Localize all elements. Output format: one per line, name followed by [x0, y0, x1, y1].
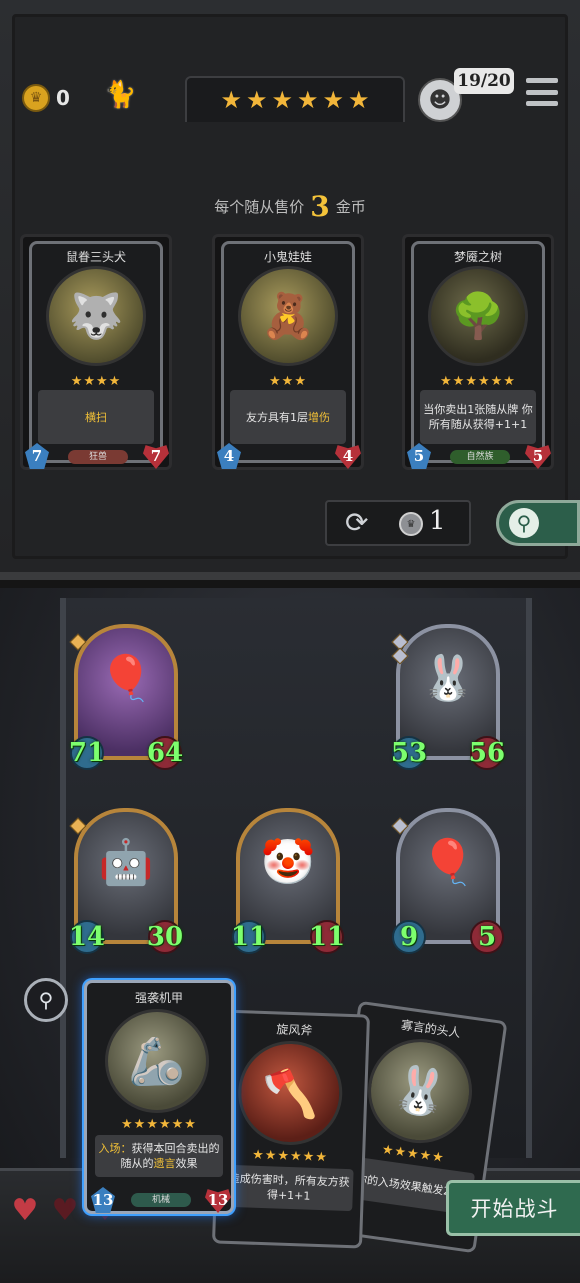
ability-keyword: 增伤 — [308, 410, 330, 424]
shop-search-button[interactable]: ⚲ — [496, 500, 580, 546]
card-ability: 友方具有1层增伤 — [230, 390, 346, 444]
tribe-tag: 自然族 — [450, 450, 510, 464]
minion-health: 11 — [308, 920, 346, 954]
gold-count: 0 — [56, 86, 70, 110]
minion-attack: 14 — [68, 920, 106, 954]
board-minion[interactable]: 🎈 9 5 — [391, 808, 504, 954]
shop-panel: ♛ 0 🐈 ★ ★ ★ ★ ★ ★ ☻ 19/20 每个随从售价 3 金币 鼠眷三头… — [0, 0, 580, 580]
minion-health: 64 — [146, 736, 184, 770]
robot-icon: 🤖 — [98, 837, 154, 888]
sell-price-suffix: 金币 — [335, 198, 366, 216]
population-counter: 19/20 — [454, 68, 514, 94]
board-minion[interactable]: 🐰 53 56 — [391, 624, 505, 770]
nightmare-tree-portrait: 🌳 — [428, 266, 528, 366]
life-heart-icon: ♥ — [11, 1193, 39, 1228]
card-name: 强袭机甲 — [134, 991, 183, 1005]
shop-card[interactable]: 梦魇之树 🌳 ★★★★★★ 当你卖出1张随从牌 你所有随从获得+1+1 自然族 … — [402, 234, 554, 470]
card-ability: 横扫 — [38, 390, 154, 444]
card-ability: 当你卖出1张随从牌 你所有随从获得+1+1 — [420, 390, 536, 444]
clown-icon: 🤡 — [260, 837, 316, 888]
minion-attack: 9 — [392, 920, 426, 954]
hand-card[interactable]: 旋风斧 🪓 ★★★★★★ 造成伤害时，所有友方获得+1+1 — [211, 1009, 371, 1249]
star-icon: ★ — [348, 86, 370, 114]
star-icon: ★ — [297, 86, 319, 114]
zeppelin-icon: 🎈 — [98, 653, 154, 704]
ability-text: 效果 — [175, 1157, 198, 1170]
hand-card-selected[interactable]: 强袭机甲 🦾 ★★★★★★ 入场：获得本回合卖出的随从的遗言效果 机械 13 1… — [84, 980, 234, 1214]
silver-coin-icon: ♛ — [399, 512, 423, 536]
minion-health: 30 — [146, 920, 184, 954]
star-icon: ★ — [245, 86, 268, 114]
card-stars: ★★★ — [269, 374, 307, 389]
card-name: 小鬼娃娃 — [263, 250, 312, 264]
card-name: 梦魇之树 — [453, 250, 502, 264]
card-stars: ★★★★ — [70, 374, 122, 389]
board-minion[interactable]: 🎈 71 64 — [69, 624, 183, 770]
minion-attack: 71 — [68, 736, 106, 770]
shop-card[interactable]: 鼠眷三头犬 🐺 ★★★★ 横扫 狂兽 7 7 — [20, 234, 172, 470]
three-headed-dog-portrait: 🐺 — [46, 266, 146, 366]
minion-attack: 11 — [230, 920, 268, 954]
card-name: 旋风斧 — [276, 1022, 313, 1038]
life-heart-icon: ♥ — [51, 1193, 79, 1228]
card-stars: ★★★★★★ — [251, 1147, 329, 1166]
refresh-button[interactable]: ⟳ ♛ 1 — [325, 500, 471, 546]
zeppelin-icon: 🎈 — [420, 837, 476, 888]
board-minion[interactable]: 🤖 14 30 — [69, 808, 183, 954]
refresh-cost: 1 — [429, 506, 446, 536]
star-icon: ★ — [271, 86, 293, 114]
tribe-tag: 狂兽 — [68, 450, 128, 464]
ability-keyword: 遗言 — [153, 1157, 176, 1170]
star-icon: ★ — [220, 86, 242, 114]
refresh-icon: ⟳ — [345, 506, 369, 539]
start-battle-button[interactable]: 开始战斗 — [446, 1180, 580, 1236]
minion-health: 5 — [470, 920, 504, 954]
attack-stat: 13 — [91, 1187, 115, 1213]
card-frame: 小鬼娃娃 🧸 ★★★ 友方具有1层增伤 — [221, 241, 355, 463]
card-ability: 造成伤害时，所有友方获得+1+1 — [224, 1164, 354, 1212]
ability-keyword: 入场： — [98, 1142, 132, 1155]
card-frame: 梦魇之树 🌳 ★★★★★★ 当你卖出1张随从牌 你所有随从获得+1+1 自然族 — [411, 241, 545, 464]
menu-icon[interactable] — [526, 78, 558, 106]
card-frame: 鼠眷三头犬 🐺 ★★★★ 横扫 狂兽 — [29, 241, 163, 464]
health-stat: 13 — [205, 1189, 231, 1213]
shop-card[interactable]: 小鬼娃娃 🧸 ★★★ 友方具有1层增伤 4 4 — [212, 234, 364, 470]
card-stars: ★★★★★★ — [440, 374, 516, 389]
minion-attack: 53 — [390, 736, 428, 770]
cat-icon[interactable]: 🐈 — [104, 80, 136, 110]
card-name: 鼠眷三头犬 — [65, 250, 126, 264]
card-ability: 入场：获得本回合卖出的随从的遗言效果 — [95, 1135, 223, 1177]
sell-price-info: 每个随从售价 3 金币 — [0, 190, 580, 223]
board-minion[interactable]: 🤡 11 11 — [231, 808, 345, 954]
search-icon: ⚲ — [509, 508, 539, 538]
card-stars: ★★★★★★ — [121, 1117, 197, 1132]
rabbit-chief-portrait: 🐰 — [361, 1032, 479, 1150]
sell-price-value: 3 — [310, 190, 330, 223]
whirlwind-axe-portrait: 🪓 — [236, 1039, 345, 1147]
minion-health: 56 — [468, 736, 506, 770]
board-search-icon[interactable]: ⚲ — [24, 978, 68, 1022]
ability-text: 横扫 — [85, 410, 107, 424]
star-icon: ★ — [322, 86, 345, 114]
tavern-tier-stars: ★ ★ ★ ★ ★ ★ — [185, 76, 405, 122]
sell-price-prefix: 每个随从售价 — [214, 198, 305, 216]
rabbit-mask-icon: 🐰 — [420, 653, 476, 704]
ability-text: 友方具有1层 — [246, 410, 308, 424]
voodoo-doll-portrait: 🧸 — [238, 266, 338, 366]
tribe-tag: 机械 — [131, 1193, 191, 1207]
coin-icon: ♛ — [22, 84, 50, 112]
assault-mech-portrait: 🦾 — [105, 1009, 209, 1113]
